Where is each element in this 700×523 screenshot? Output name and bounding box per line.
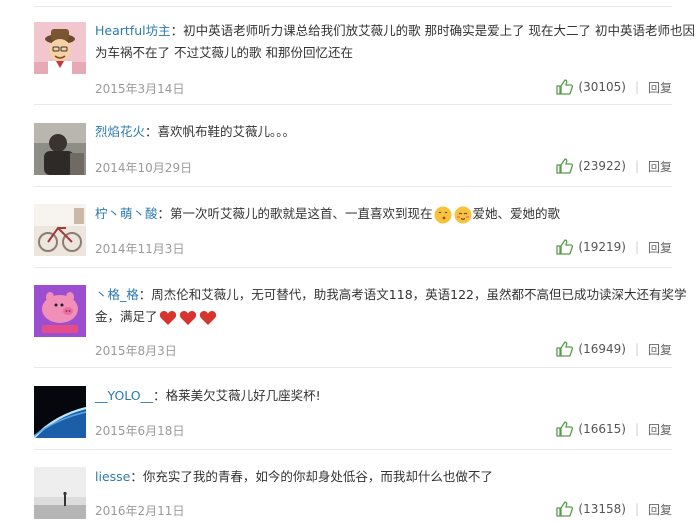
reply-button[interactable]: 回复 (648, 341, 672, 358)
separator: | (634, 240, 639, 254)
thumbs-up-icon (556, 341, 574, 357)
comment-date: 2015年6月18日 (95, 424, 185, 438)
comment-actions: (16615) | 回复 (556, 419, 672, 439)
comment-actions: (19219) | 回复 (556, 237, 672, 257)
thumbs-up-icon (556, 158, 574, 174)
comment-text-line: liesse：你充实了我的青春，如今的你却身处低谷，而我却什么也做不了 (95, 469, 493, 484)
cartoon-man-avatar-icon (34, 22, 86, 74)
like-button[interactable]: (30105) (556, 79, 626, 95)
comment-item: 烈焰花火：喜欢帆布鞋的艾薇儿。。。 2014年10月29日 (23922) | … (0, 105, 700, 187)
heart-emoji-icon (199, 310, 216, 325)
comment-date: 2014年11月3日 (95, 242, 185, 256)
reply-button[interactable]: 回复 (648, 79, 672, 96)
comment-actions: (16949) | 回复 (556, 339, 672, 359)
avatar[interactable] (34, 386, 86, 438)
reply-button[interactable]: 回复 (648, 421, 672, 438)
comment-text-line: 柠丶萌丶酸：第一次听艾薇儿的歌就是这首、一直喜欢到现在 爱她、爱她的歌 (95, 203, 560, 225)
comment-text: 周杰伦和艾薇儿，无可替代，助我高考语文118，英语122，虽然都不高但已成功读深… (151, 287, 687, 302)
comment-text-line: __YOLO__：格莱美欠艾薇儿好几座奖杯! (95, 388, 321, 403)
earth-horizon-avatar-icon (34, 386, 86, 438)
heart-emoji-icon (179, 310, 196, 325)
comment-actions: (30105) | 回复 (556, 77, 672, 97)
like-button[interactable]: (19219) (556, 239, 626, 255)
comment-text: 金，满足了 (95, 309, 158, 324)
avatar[interactable] (34, 285, 86, 337)
separator: | (634, 502, 639, 516)
comment-actions: (23922) | 回复 (556, 156, 672, 176)
username-link[interactable]: liesse (95, 469, 130, 484)
comment-text-line: 烈焰花火：喜欢帆布鞋的艾薇儿。。。 (95, 124, 296, 139)
blush-emoji-icon (454, 206, 472, 223)
comment-text: 格莱美欠艾薇儿好几座奖杯! (165, 388, 321, 403)
username-link[interactable]: 丶格_格 (95, 287, 139, 302)
username-link[interactable]: Heartful坊主 (95, 23, 171, 38)
photo-person-avatar-icon (34, 123, 86, 175)
comment-text-line: 丶格_格：周杰伦和艾薇儿，无可替代，助我高考语文118，英语122，虽然都不高但… (95, 287, 687, 302)
comment-item: __YOLO__：格莱美欠艾薇儿好几座奖杯! 2015年6月18日 (16615… (0, 368, 700, 450)
comment-item: 柠丶萌丶酸：第一次听艾薇儿的歌就是这首、一直喜欢到现在 爱她、爱她的歌 2014年… (0, 186, 700, 268)
reply-button[interactable]: 回复 (648, 158, 672, 175)
username-link[interactable]: __YOLO__ (95, 388, 153, 403)
separator: | (634, 159, 639, 173)
thumbs-up-icon (556, 79, 574, 95)
bicycle-photo-avatar-icon (34, 204, 86, 256)
comment-text: 喜欢帆布鞋的艾薇儿。。。 (157, 124, 296, 139)
comment-text: 为车祸不在了 不过艾薇儿的歌 和那份回忆还在 (95, 45, 353, 60)
thumbs-up-icon (556, 421, 574, 437)
comment-text: 你充实了我的青春，如今的你却身处低谷，而我却什么也做不了 (142, 469, 493, 484)
like-count: (30105) (578, 80, 626, 94)
comment-item: 丶格_格：周杰伦和艾薇儿，无可替代，助我高考语文118，英语122，虽然都不高但… (0, 267, 700, 368)
comment-text-line: Heartful坊主：初中英语老师听力课总给我们放艾薇儿的歌 那时确实是爱上了 … (95, 23, 696, 38)
avatar[interactable] (34, 204, 86, 256)
like-button[interactable]: (13158) (556, 501, 626, 517)
comment-actions: (13158) | 回复 (556, 499, 672, 519)
avatar[interactable] (34, 22, 86, 74)
thumbs-up-icon (556, 501, 574, 517)
like-button[interactable]: (23922) (556, 158, 626, 174)
comment-date: 2015年3月14日 (95, 82, 185, 96)
username-link[interactable]: 柠丶萌丶酸 (95, 206, 158, 221)
comment-date: 2014年10月29日 (95, 161, 193, 175)
pink-pig-avatar-icon (34, 285, 86, 337)
like-count: (23922) (578, 159, 626, 173)
like-count: (16949) (578, 342, 626, 356)
like-button[interactable]: (16949) (556, 341, 626, 357)
separator: | (634, 342, 639, 356)
comment-text: 爱她、爱她的歌 (472, 206, 561, 221)
heart-emoji-icon (159, 310, 176, 325)
reply-button[interactable]: 回复 (648, 501, 672, 518)
comment-text-line: 金，满足了 (95, 306, 218, 328)
comment-text: 第一次听艾薇儿的歌就是这首、一直喜欢到现在 (170, 206, 433, 221)
separator: | (634, 80, 639, 94)
comment-date: 2016年2月11日 (95, 504, 185, 518)
like-count: (13158) (578, 502, 626, 516)
comment-text: 初中英语老师听力课总给我们放艾薇儿的歌 那时确实是爱上了 现在大二了 初中英语老… (183, 23, 696, 38)
kiss-emoji-icon (434, 206, 452, 223)
comment-date: 2015年8月3日 (95, 344, 177, 358)
like-count: (16615) (578, 422, 626, 436)
thumbs-up-icon (556, 239, 574, 255)
silhouette-landscape-avatar-icon (34, 467, 86, 519)
comment-text-line: 为车祸不在了 不过艾薇儿的歌 和那份回忆还在 (95, 42, 353, 64)
like-count: (19219) (578, 240, 626, 254)
separator: | (634, 422, 639, 436)
avatar[interactable] (34, 467, 86, 519)
reply-button[interactable]: 回复 (648, 239, 672, 256)
avatar[interactable] (34, 123, 86, 175)
like-button[interactable]: (16615) (556, 421, 626, 437)
comment-feed: Heartful坊主：初中英语老师听力课总给我们放艾薇儿的歌 那时确实是爱上了 … (0, 0, 700, 523)
comment-item: Heartful坊主：初中英语老师听力课总给我们放艾薇儿的歌 那时确实是爱上了 … (0, 0, 700, 105)
comment-item: liesse：你充实了我的青春，如今的你却身处低谷，而我却什么也做不了 2016… (0, 449, 700, 523)
username-link[interactable]: 烈焰花火 (95, 124, 145, 139)
